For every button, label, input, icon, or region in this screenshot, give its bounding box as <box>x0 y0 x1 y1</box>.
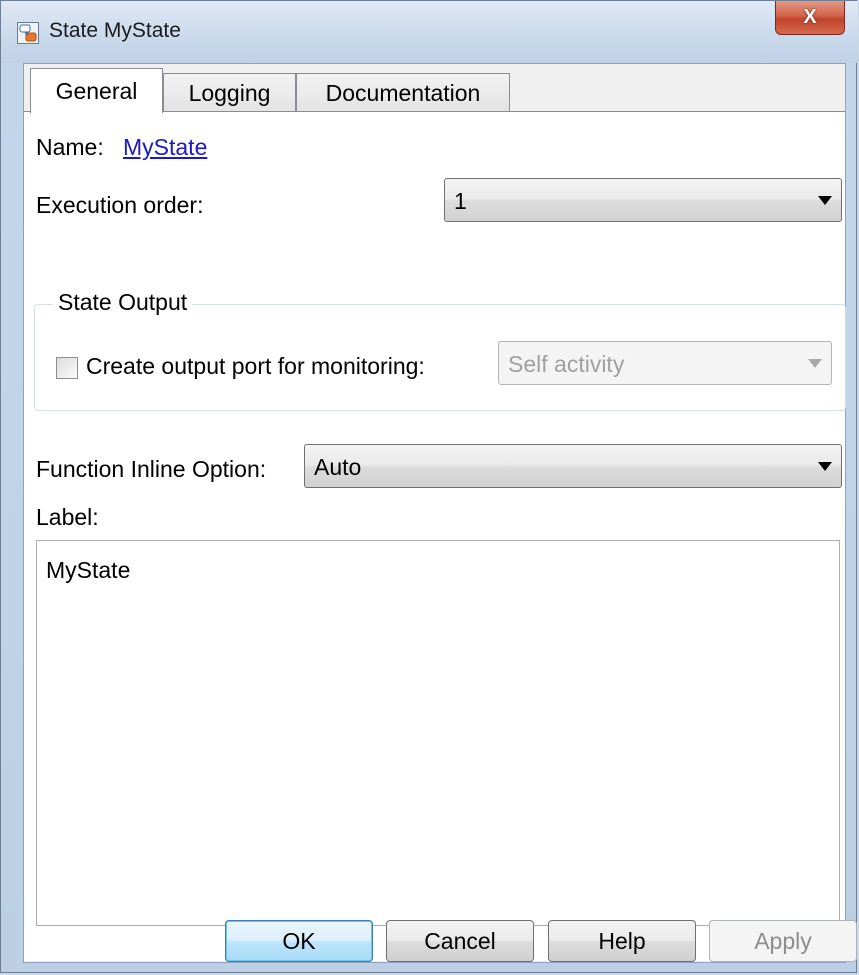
execution-order-dropdown[interactable]: 1 <box>444 178 842 222</box>
create-output-port-checkbox[interactable] <box>56 357 78 379</box>
close-icon: X <box>803 6 817 28</box>
execution-order-label: Execution order: <box>36 192 204 218</box>
chevron-down-icon <box>818 462 832 471</box>
state-name-link[interactable]: MyState <box>123 134 207 161</box>
state-output-group: State Output Create output port for moni… <box>34 289 846 411</box>
apply-button-label: Apply <box>754 927 812 954</box>
monitoring-type-value: Self activity <box>508 351 625 377</box>
create-output-port-label: Create output port for monitoring: <box>86 353 425 379</box>
function-inline-value: Auto <box>314 454 362 480</box>
label-textarea[interactable]: MyState <box>36 540 840 926</box>
state-output-group-title: State Output <box>53 289 193 316</box>
function-inline-dropdown[interactable]: Auto <box>304 444 842 488</box>
tab-logging[interactable]: Logging <box>163 73 296 112</box>
tab-documentation[interactable]: Documentation <box>296 73 510 112</box>
name-label: Name: <box>36 134 104 160</box>
monitoring-type-dropdown[interactable]: Self activity <box>498 341 832 385</box>
title-bar[interactable]: State MyState X <box>1 1 858 63</box>
chevron-down-icon <box>808 359 822 368</box>
stateflow-state-icon <box>17 22 39 44</box>
tab-label: General <box>55 77 138 104</box>
general-tab-panel: Name: MyState Execution order: 1 State O… <box>24 111 846 961</box>
help-button-label: Help <box>598 927 646 954</box>
chevron-down-icon <box>818 196 832 205</box>
close-button[interactable]: X <box>775 1 845 35</box>
cancel-button[interactable]: Cancel <box>386 920 534 962</box>
tab-strip: General Logging Documentation <box>24 64 847 113</box>
tab-label: Logging <box>188 79 271 106</box>
dialog-client-area: General Logging Documentation Name: MySt… <box>23 63 846 963</box>
function-inline-label: Function Inline Option: <box>36 456 267 482</box>
state-properties-dialog: State MyState X General Logging Document… <box>0 0 858 973</box>
execution-order-value: 1 <box>454 188 467 214</box>
apply-button[interactable]: Apply <box>709 920 857 962</box>
cancel-button-label: Cancel <box>424 927 496 954</box>
ok-button[interactable]: OK <box>225 920 373 962</box>
window-title: State MyState <box>49 19 181 42</box>
ok-button-label: OK <box>282 927 316 954</box>
help-button[interactable]: Help <box>548 920 696 962</box>
label-field-label: Label: <box>36 504 99 530</box>
tab-general[interactable]: General <box>30 68 163 113</box>
tab-label: Documentation <box>325 79 481 106</box>
